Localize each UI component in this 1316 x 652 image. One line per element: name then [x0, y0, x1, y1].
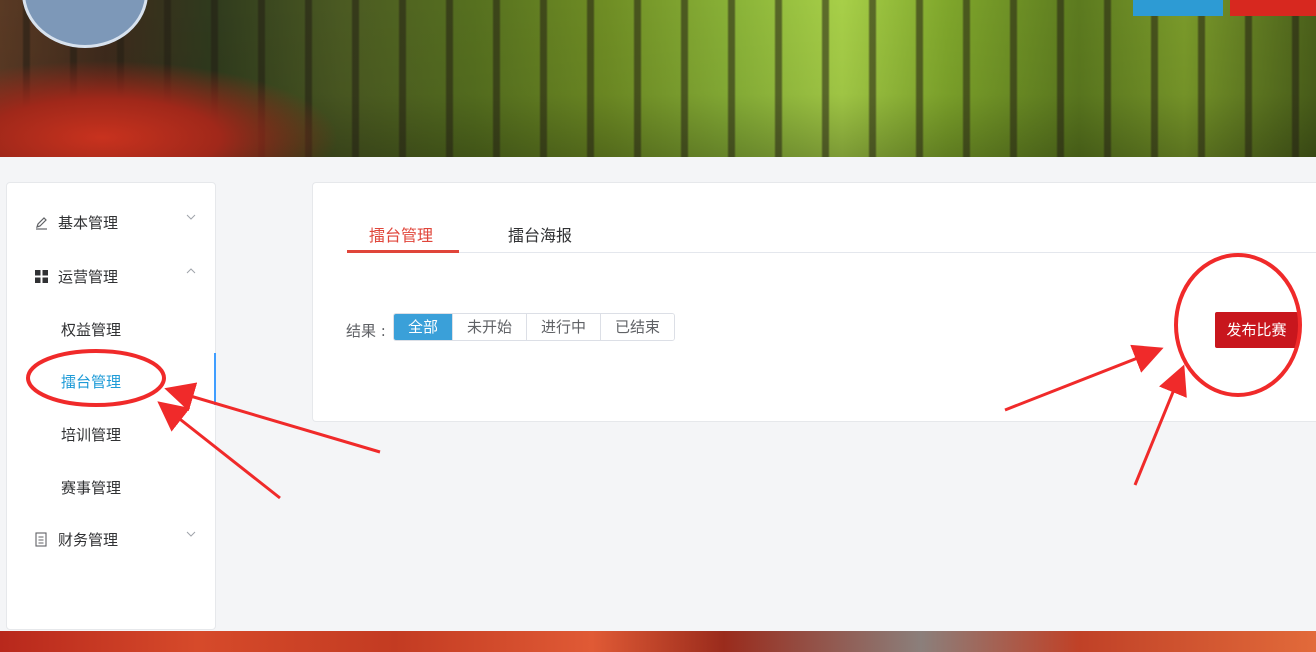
sidebar: 基本管理 运营管理 权益管理 擂台管理 培训管理 赛事管理 财务管理	[6, 182, 216, 630]
tab-active-bar	[347, 250, 459, 253]
filter-option-ended[interactable]: 已结束	[600, 314, 675, 340]
main-panel: 擂台管理 擂台海报 结果 : 全部 未开始 进行中 已结束 发布比赛	[312, 182, 1316, 422]
sidebar-item-finance[interactable]: 财务管理	[7, 524, 215, 554]
tab-arena-management[interactable]: 擂台管理	[369, 222, 433, 246]
sidebar-item-label: 运营管理	[58, 268, 119, 286]
sidebar-item-basic[interactable]: 基本管理	[7, 207, 215, 237]
filter-option-in-progress[interactable]: 进行中	[526, 314, 601, 340]
sidebar-item-arena[interactable]: 擂台管理	[61, 371, 121, 392]
chevron-down-icon	[185, 211, 197, 226]
footer-leaves-image	[0, 631, 1316, 652]
chevron-up-icon	[185, 265, 197, 280]
document-icon	[33, 531, 49, 547]
filter-option-not-started[interactable]: 未开始	[452, 314, 527, 340]
tabs-divider	[347, 252, 1316, 253]
banner-leaves	[0, 60, 340, 157]
grid-icon	[33, 268, 49, 284]
sidebar-item-label: 基本管理	[58, 214, 119, 232]
tab-arena-poster[interactable]: 擂台海报	[508, 222, 572, 246]
sidebar-item-events[interactable]: 赛事管理	[61, 477, 121, 498]
header-banner	[0, 0, 1316, 157]
sidebar-item-operations[interactable]: 运营管理	[7, 261, 215, 291]
chevron-down-icon	[185, 528, 197, 543]
pencil-icon	[33, 214, 49, 230]
sidebar-item-training[interactable]: 培训管理	[61, 424, 121, 445]
filter-option-all[interactable]: 全部	[394, 314, 453, 340]
header-button-red[interactable]	[1230, 0, 1316, 16]
publish-match-button[interactable]: 发布比赛	[1215, 312, 1298, 348]
sidebar-item-label: 财务管理	[58, 531, 119, 549]
active-indicator	[214, 353, 216, 405]
result-filter: 全部 未开始 进行中 已结束	[393, 313, 676, 341]
header-button-blue[interactable]	[1133, 0, 1223, 16]
sidebar-item-rights[interactable]: 权益管理	[61, 319, 121, 340]
result-filter-label: 结果 :	[346, 322, 386, 340]
